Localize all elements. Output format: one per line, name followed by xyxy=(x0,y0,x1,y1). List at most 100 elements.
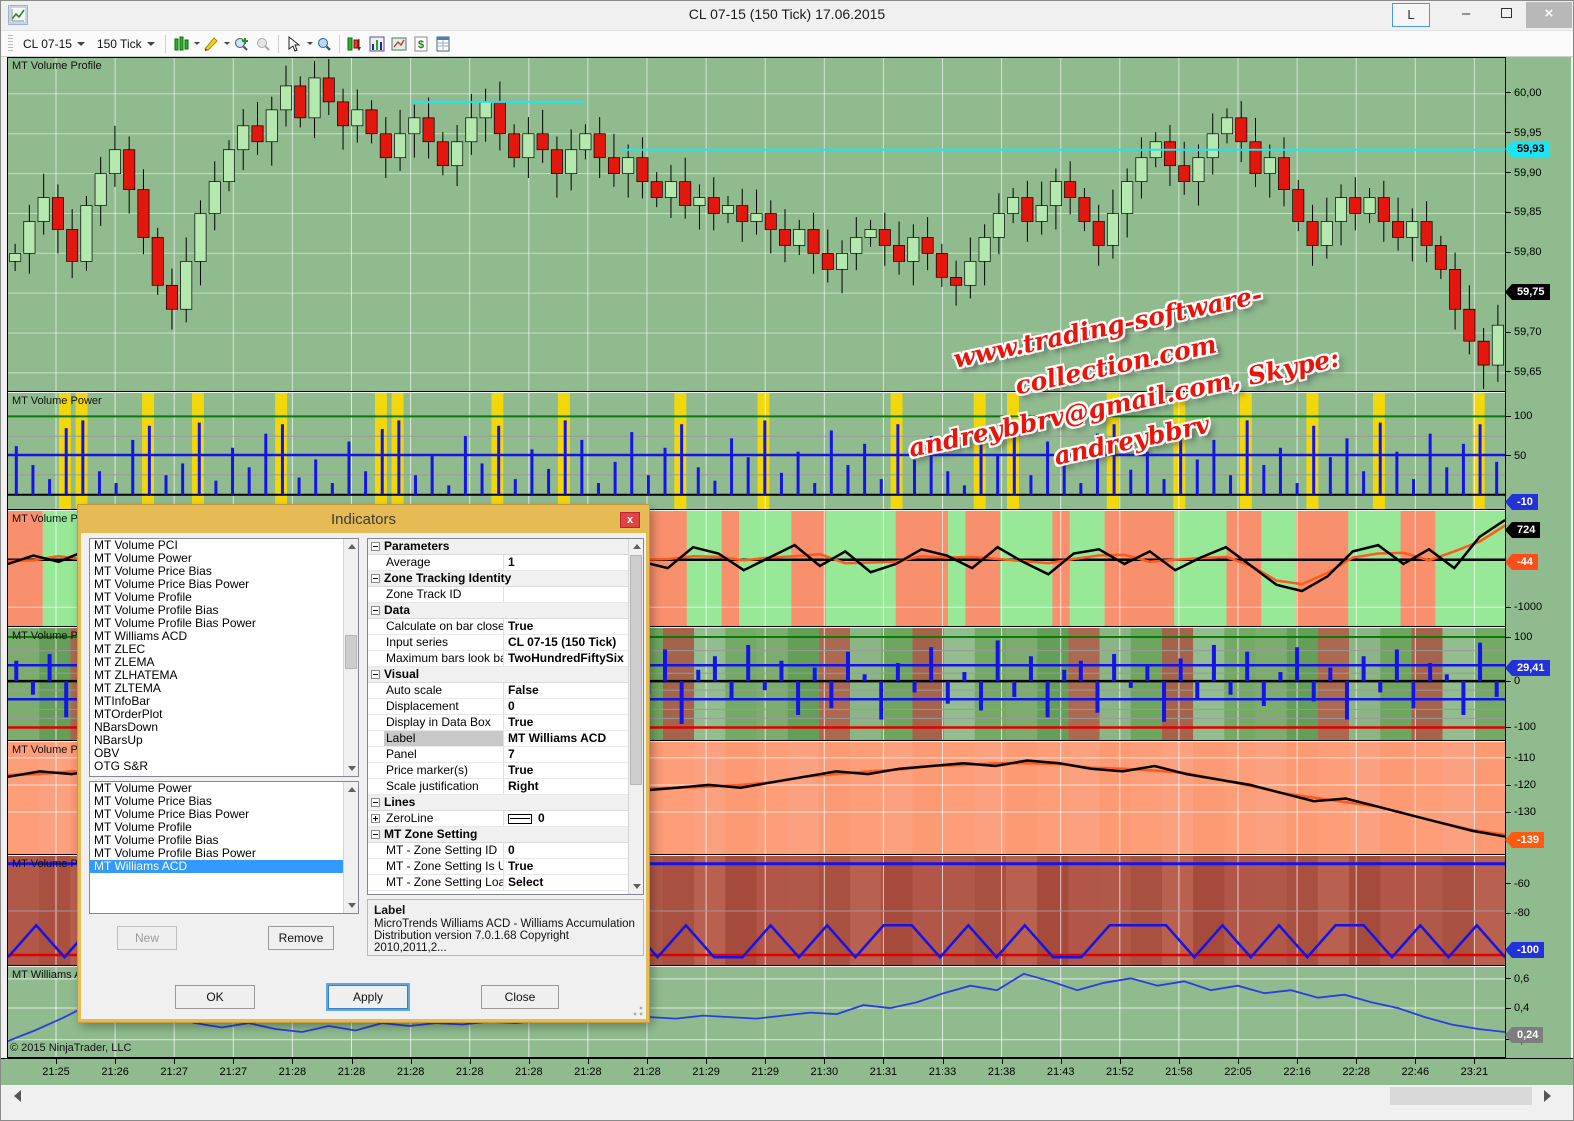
minimize-button[interactable]: – xyxy=(1446,2,1486,28)
price-marker: 724 xyxy=(1505,522,1540,538)
indicators-dialog: Indicators x MT Volume PCIMT Volume Powe… xyxy=(78,505,649,1022)
link-button[interactable]: L xyxy=(1392,3,1430,27)
zoom-in-icon[interactable] xyxy=(230,33,252,55)
time-label: 23:21 xyxy=(1461,1066,1489,1078)
list-item[interactable]: NBarsUp xyxy=(90,734,358,747)
scroll-thumb[interactable] xyxy=(1390,1087,1532,1105)
axis-tick: -60 xyxy=(1506,878,1530,890)
property-row[interactable]: MT - Zone Setting LoaSelect xyxy=(368,875,643,891)
search-icon[interactable] xyxy=(313,33,335,55)
dialog-title[interactable]: Indicators xyxy=(81,508,646,533)
axis-tick: -1000 xyxy=(1506,601,1542,613)
instrument-selector[interactable]: CL 07-15 xyxy=(17,33,91,55)
property-row[interactable]: Input seriesCL 07-15 (150 Tick) xyxy=(368,635,643,651)
property-category[interactable]: Parameters xyxy=(368,539,643,555)
property-row[interactable]: Display in Data BoxTrue xyxy=(368,715,643,731)
apply-button[interactable]: Apply xyxy=(328,985,408,1009)
property-category[interactable]: MT Zone Setting xyxy=(368,827,643,843)
property-category[interactable]: Zone Tracking Identity xyxy=(368,571,643,587)
volume-bars-icon[interactable] xyxy=(366,33,388,55)
time-label: 22:46 xyxy=(1402,1066,1430,1078)
maximize-button[interactable] xyxy=(1486,2,1526,28)
time-label: 21:28 xyxy=(574,1066,602,1078)
dialog-close-button[interactable]: x xyxy=(620,512,640,528)
scroll-left-arrow[interactable] xyxy=(14,1090,21,1102)
axis-tick: 60,00 xyxy=(1506,87,1542,99)
time-tick xyxy=(1061,1059,1062,1064)
time-label: 21:26 xyxy=(101,1066,129,1078)
time-tick xyxy=(1120,1059,1121,1064)
time-label: 22:28 xyxy=(1342,1066,1370,1078)
time-tick xyxy=(56,1059,57,1064)
dialog-resize-grip[interactable] xyxy=(633,1006,643,1016)
property-row[interactable]: Auto scaleFalse xyxy=(368,683,643,699)
toolbar-separator xyxy=(339,35,340,53)
time-label: 21:28 xyxy=(338,1066,366,1078)
property-row[interactable]: Panel7 xyxy=(368,747,643,763)
time-tick xyxy=(292,1059,293,1064)
available-indicators-list[interactable]: MT Volume PCIMT Volume PowerMT Volume Pr… xyxy=(89,538,359,777)
time-tick xyxy=(1238,1059,1239,1064)
property-category[interactable]: Visual xyxy=(368,667,643,683)
chart-style-icon[interactable] xyxy=(170,33,192,55)
horizontal-scrollbar[interactable] xyxy=(0,1085,1574,1107)
property-row[interactable]: LabelMT Williams ACD xyxy=(368,731,643,747)
property-row[interactable]: MT - Zone Setting Is UTrue xyxy=(368,859,643,875)
property-category[interactable]: Lines xyxy=(368,795,643,811)
time-label: 21:27 xyxy=(160,1066,188,1078)
scrollbar-thumb[interactable] xyxy=(345,635,357,669)
list-item[interactable]: OTG S&R xyxy=(90,760,358,773)
property-row[interactable]: Calculate on bar closeTrue xyxy=(368,619,643,635)
pointer-icon[interactable] xyxy=(283,33,305,55)
property-row[interactable]: Displacement0 xyxy=(368,699,643,715)
list-scrollbar[interactable] xyxy=(343,782,358,913)
copyright-text: © 2015 NinjaTrader, LLC xyxy=(10,1042,131,1054)
time-tick xyxy=(824,1059,825,1064)
time-tick xyxy=(470,1059,471,1064)
price-marker: 29,41 xyxy=(1505,660,1550,676)
toolbar-grip[interactable] xyxy=(8,35,13,53)
time-tick xyxy=(1002,1059,1003,1064)
close-button[interactable]: × xyxy=(1526,2,1572,28)
property-category[interactable]: Data xyxy=(368,603,643,619)
properties-grid[interactable]: ParametersAverage1Zone Tracking Identity… xyxy=(367,538,644,895)
axis-tick: 59,95 xyxy=(1506,127,1542,139)
time-tick xyxy=(174,1059,175,1064)
property-row[interactable]: ZeroLine0 xyxy=(368,811,643,827)
property-row[interactable]: Average1 xyxy=(368,555,643,571)
drawing-tools-icon[interactable] xyxy=(200,33,222,55)
property-row[interactable]: Scale justificationRight xyxy=(368,779,643,795)
property-row[interactable]: MT - Zone Setting ID0 xyxy=(368,843,643,859)
time-label: 21:38 xyxy=(988,1066,1016,1078)
toolbar-separator xyxy=(278,35,279,53)
snapshot-icon[interactable] xyxy=(388,33,410,55)
time-tick xyxy=(233,1059,234,1064)
axis-tick: 59,90 xyxy=(1506,167,1542,179)
axis-tick: -80 xyxy=(1506,907,1530,919)
panel-label-volpower: MT Volume Power xyxy=(12,395,102,407)
ok-button[interactable]: OK xyxy=(175,985,255,1009)
time-tick xyxy=(529,1059,530,1064)
svg-text:$: $ xyxy=(418,39,424,51)
properties-scrollbar[interactable] xyxy=(628,539,643,894)
scroll-right-arrow[interactable] xyxy=(1544,1090,1551,1102)
list-item[interactable]: MT Williams ACD xyxy=(90,860,358,873)
property-row[interactable]: Maximum bars look baTwoHundredFiftySix xyxy=(368,651,643,667)
interval-selector[interactable]: 150 Tick xyxy=(91,33,161,55)
price-marker: -100 xyxy=(1505,942,1544,958)
applied-indicators-list[interactable]: MT Volume PowerMT Volume Price BiasMT Vo… xyxy=(89,781,359,914)
databox-icon[interactable] xyxy=(432,33,454,55)
time-label: 22:16 xyxy=(1283,1066,1311,1078)
property-row[interactable]: Zone Track ID xyxy=(368,587,643,603)
order-grid-icon[interactable] xyxy=(344,33,366,55)
dollar-icon[interactable]: $ xyxy=(410,33,432,55)
close-dialog-button[interactable]: Close xyxy=(481,985,559,1009)
axis-tick: -120 xyxy=(1506,779,1536,791)
property-row[interactable]: Price marker(s)True xyxy=(368,763,643,779)
axis-tick: 0 xyxy=(1506,675,1520,687)
price-marker: -44 xyxy=(1505,554,1538,570)
list-scrollbar[interactable] xyxy=(343,539,358,776)
zoom-out-icon[interactable] xyxy=(252,33,274,55)
remove-button[interactable]: Remove xyxy=(268,926,334,950)
new-button[interactable]: New xyxy=(117,926,177,950)
